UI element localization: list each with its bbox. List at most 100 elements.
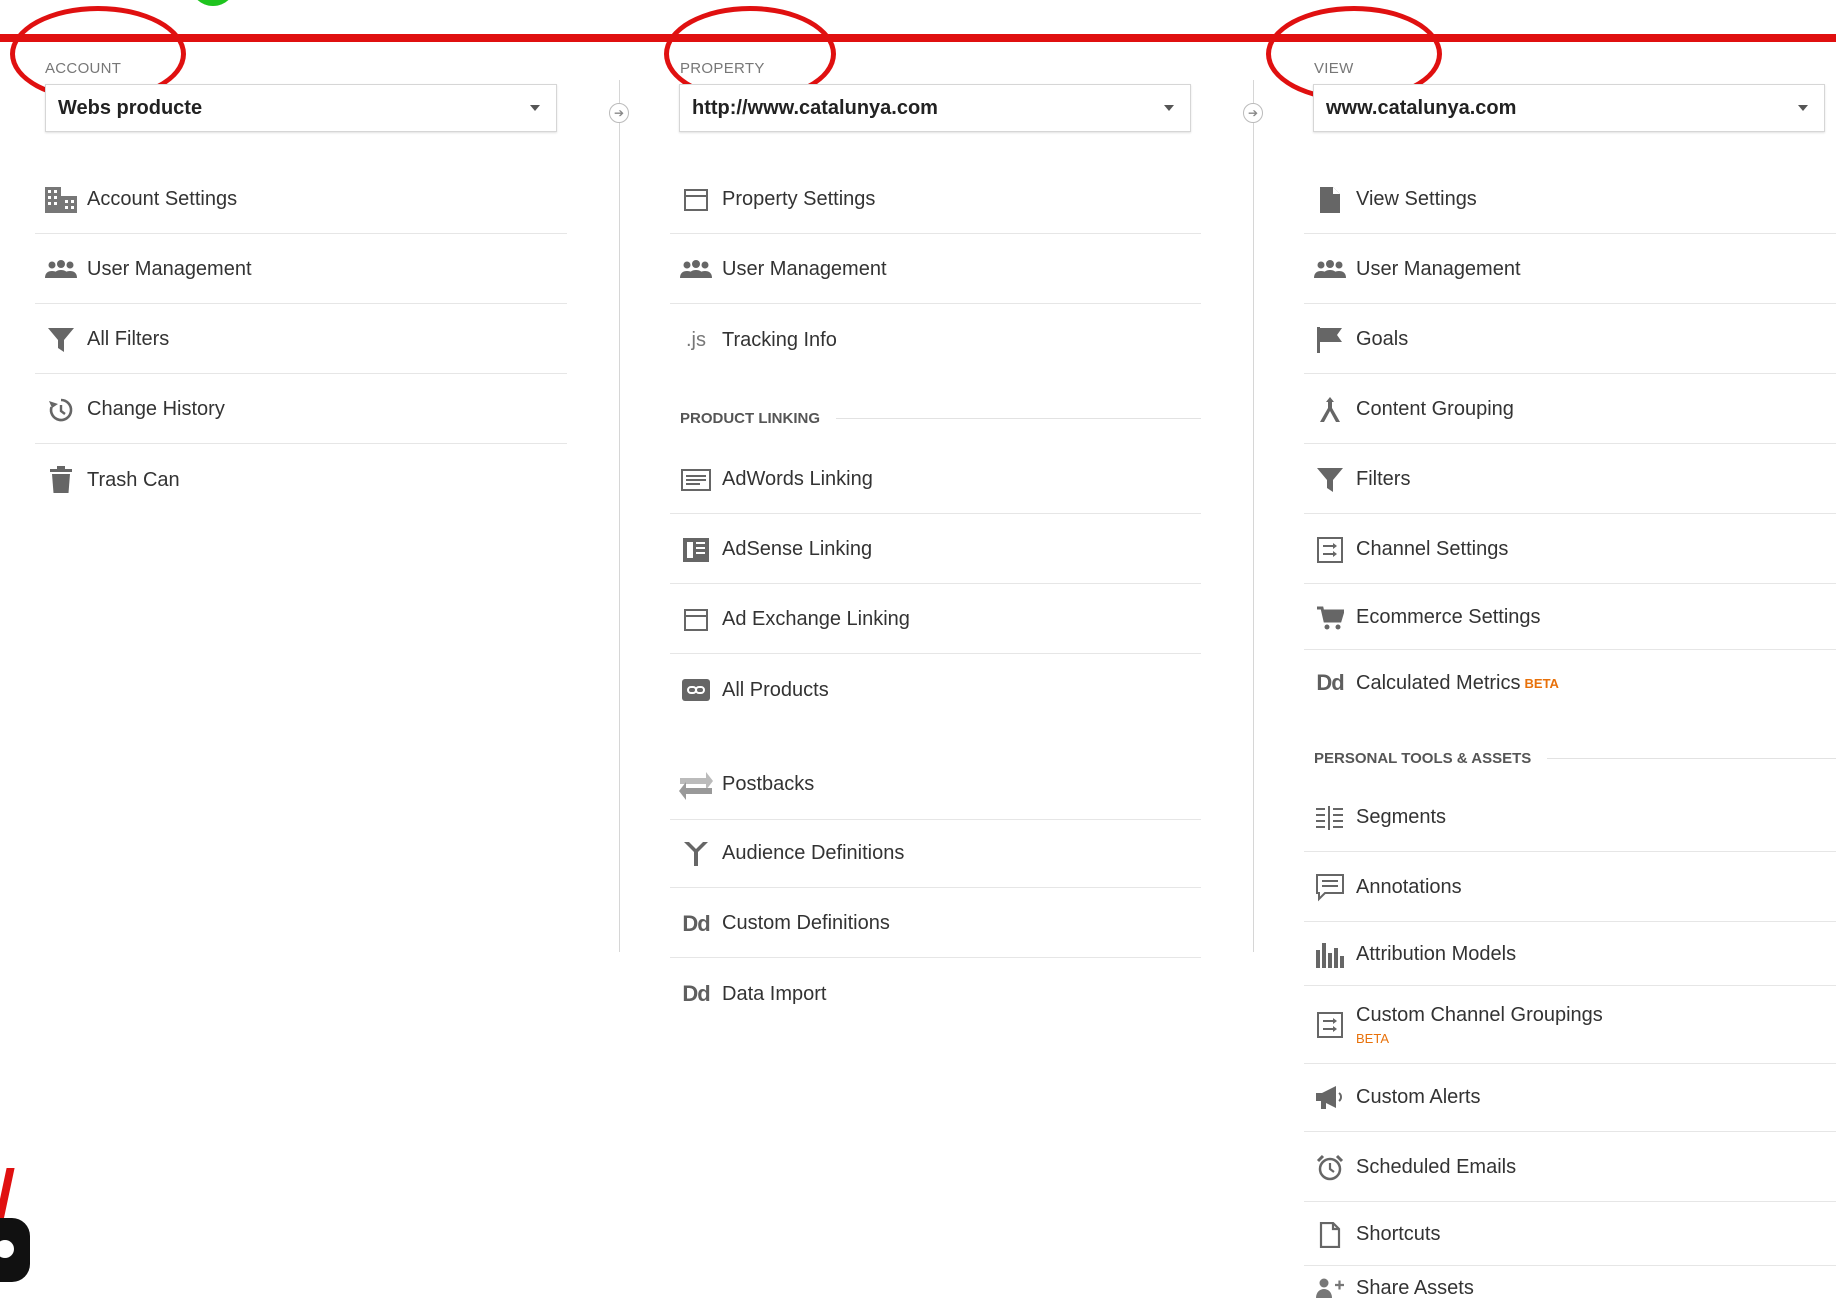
property-item-custom-definitions[interactable]: Dd Custom Definitions — [670, 890, 1201, 958]
history-icon — [35, 397, 87, 423]
black-annotation-marker — [0, 1218, 30, 1282]
view-item-ecommerce-settings[interactable]: Ecommerce Settings — [1304, 586, 1836, 650]
property-item-all-products-label: All Products — [722, 678, 829, 701]
property-item-audience-definitions[interactable]: Audience Definitions — [670, 820, 1201, 888]
chevron-down-icon — [530, 105, 540, 111]
property-item-adsense-linking[interactable]: AdSense Linking — [670, 516, 1201, 584]
cart-icon — [1304, 605, 1356, 631]
filter-icon — [1304, 467, 1356, 493]
view-item-user-management[interactable]: User Management — [1304, 236, 1836, 304]
people-icon — [1304, 259, 1356, 280]
view-item-attribution-models-label: Attribution Models — [1356, 943, 1517, 965]
property-item-settings[interactable]: Property Settings — [670, 166, 1201, 234]
people-icon — [670, 259, 722, 280]
account-item-user-management-label: User Management — [87, 258, 252, 280]
property-item-data-import[interactable]: Dd Data Import — [670, 960, 1201, 1028]
shortcut-icon — [1304, 1221, 1356, 1248]
personal-tools-heading: PERSONAL TOOLS & ASSETS — [1314, 750, 1836, 767]
chevron-down-icon — [1798, 105, 1808, 111]
adwords-icon — [670, 468, 722, 491]
view-item-user-management-label: User Management — [1356, 258, 1521, 280]
account-item-trash-can[interactable]: Trash Can — [35, 446, 567, 514]
view-item-custom-channel-groupings-label: Custom Channel Groupings BETA — [1356, 1004, 1603, 1046]
red-annotation-line — [0, 34, 1836, 42]
view-item-segments[interactable]: Segments — [1304, 784, 1836, 852]
view-item-content-grouping[interactable]: Content Grouping — [1304, 376, 1836, 444]
property-item-user-management[interactable]: User Management — [670, 236, 1201, 304]
property-item-adwords-linking[interactable]: AdWords Linking — [670, 446, 1201, 514]
product-linking-heading-text: PRODUCT LINKING — [680, 410, 820, 427]
account-item-all-filters[interactable]: All Filters — [35, 306, 567, 374]
view-item-shortcuts[interactable]: Shortcuts — [1304, 1204, 1836, 1266]
green-annotation-arc — [190, 0, 236, 6]
view-item-goals[interactable]: Goals — [1304, 306, 1836, 374]
view-item-segments-label: Segments — [1356, 806, 1447, 828]
view-item-filters[interactable]: Filters — [1304, 446, 1836, 514]
property-item-data-import-label: Data Import — [722, 982, 827, 1005]
property-item-tracking-info-label: Tracking Info — [722, 328, 837, 351]
segments-icon — [1304, 805, 1356, 831]
account-item-change-history[interactable]: Change History — [35, 376, 567, 444]
personal-tools-heading-text: PERSONAL TOOLS & ASSETS — [1314, 750, 1532, 767]
property-selector-value: http://www.catalunya.com — [692, 96, 938, 119]
chevron-down-icon — [1164, 105, 1174, 111]
view-item-content-grouping-label: Content Grouping — [1356, 398, 1514, 420]
property-view-divider — [1253, 80, 1254, 952]
view-item-calculated-metrics[interactable]: Dd Calculated Metrics BETA — [1304, 650, 1836, 716]
annotation-icon — [1304, 873, 1356, 902]
property-item-adwords-linking-label: AdWords Linking — [722, 468, 873, 490]
view-item-goals-label: Goals — [1356, 328, 1409, 350]
property-item-user-management-label: User Management — [722, 258, 887, 280]
account-selector[interactable]: Webs producte — [45, 84, 557, 132]
property-item-postbacks-label: Postbacks — [722, 773, 815, 795]
view-item-annotations[interactable]: Annotations — [1304, 854, 1836, 922]
adsense-icon — [670, 537, 722, 562]
view-item-filters-label: Filters — [1356, 468, 1411, 490]
view-item-channel-settings[interactable]: Channel Settings — [1304, 516, 1836, 584]
property-item-all-products[interactable]: All Products — [670, 656, 1201, 724]
arrow-right-icon: ➔ — [609, 103, 629, 123]
view-item-scheduled-emails[interactable]: Scheduled Emails — [1304, 1134, 1836, 1202]
property-item-adsense-linking-label: AdSense Linking — [722, 538, 873, 560]
beta-badge: BETA — [1524, 675, 1559, 691]
view-item-custom-channel-groupings[interactable]: Custom Channel Groupings BETA — [1304, 986, 1836, 1064]
property-item-ad-exchange-linking[interactable]: Ad Exchange Linking — [670, 586, 1201, 654]
building-icon — [35, 186, 87, 214]
property-column-label: PROPERTY — [680, 60, 765, 77]
beta-badge: BETA — [1356, 1030, 1389, 1046]
account-item-change-history-label: Change History — [87, 398, 225, 420]
view-item-share-assets[interactable]: Share Assets — [1304, 1266, 1836, 1310]
view-selector[interactable]: www.catalunya.com — [1313, 84, 1825, 132]
flag-icon — [1304, 326, 1356, 354]
view-item-custom-alerts[interactable]: Custom Alerts — [1304, 1064, 1836, 1132]
window-icon — [670, 188, 722, 211]
view-item-attribution-models[interactable]: Attribution Models — [1304, 924, 1836, 986]
audience-icon — [670, 840, 722, 868]
account-selector-value: Webs producte — [58, 96, 203, 119]
window-icon — [670, 608, 722, 631]
view-selector-value: www.catalunya.com — [1326, 96, 1517, 119]
alarm-clock-icon — [1304, 1154, 1356, 1182]
view-column-label: VIEW — [1314, 60, 1354, 77]
account-item-trash-can-label: Trash Can — [87, 468, 180, 491]
view-item-settings-label: View Settings — [1356, 188, 1477, 210]
custom-channel-groupings-text: Custom Channel Groupings — [1356, 1003, 1603, 1026]
property-item-tracking-info[interactable]: .js Tracking Info — [670, 306, 1201, 374]
megaphone-icon — [1304, 1085, 1356, 1111]
account-item-settings-label: Account Settings — [87, 188, 238, 210]
account-item-settings[interactable]: Account Settings — [35, 166, 567, 234]
dd-icon: Dd — [682, 981, 710, 1006]
view-item-ecommerce-settings-label: Ecommerce Settings — [1356, 606, 1541, 628]
js-icon: .js — [686, 328, 706, 351]
property-selector[interactable]: http://www.catalunya.com — [679, 84, 1191, 132]
channel-icon — [1304, 536, 1356, 563]
dd-icon: Dd — [1316, 670, 1344, 695]
property-item-custom-definitions-label: Custom Definitions — [722, 912, 890, 934]
view-item-custom-alerts-label: Custom Alerts — [1356, 1086, 1481, 1108]
account-item-user-management[interactable]: User Management — [35, 236, 567, 304]
view-item-settings[interactable]: View Settings — [1304, 166, 1836, 234]
property-item-postbacks[interactable]: Postbacks — [670, 750, 1201, 820]
property-item-audience-definitions-label: Audience Definitions — [722, 842, 905, 864]
account-property-divider — [619, 80, 620, 952]
property-item-settings-label: Property Settings — [722, 188, 876, 210]
